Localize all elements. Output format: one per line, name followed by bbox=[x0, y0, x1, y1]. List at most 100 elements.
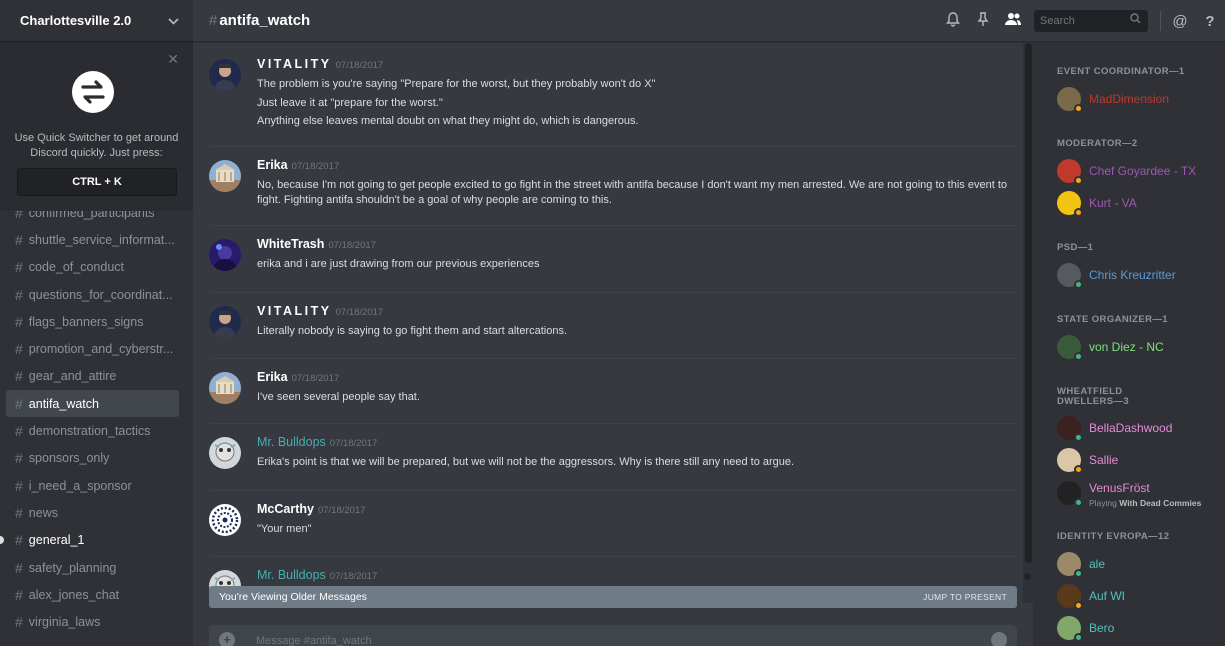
avatar bbox=[1057, 263, 1083, 289]
server-header[interactable]: Charlottesville 2.0 bbox=[0, 0, 193, 42]
member-item[interactable]: MadDimension bbox=[1057, 86, 1170, 113]
message-author[interactable]: Mr. Bulldops bbox=[257, 435, 326, 449]
channel-item[interactable]: # gear_and_attire bbox=[6, 363, 179, 390]
shortcut-key: CTRL + K bbox=[17, 168, 177, 196]
close-icon[interactable]: ✕ bbox=[167, 51, 179, 68]
member-item[interactable]: Kurt - VA bbox=[1057, 190, 1137, 217]
channel-item[interactable]: # safety_planning bbox=[6, 554, 179, 581]
channel-item-label: questions_for_coordinat... bbox=[28, 287, 173, 302]
message-timestamp: 07/18/2017 bbox=[329, 438, 378, 449]
help-icon[interactable]: ? bbox=[1195, 13, 1225, 30]
channel-item-label: antifa_watch bbox=[28, 396, 99, 411]
upload-plus-icon[interactable]: + bbox=[219, 632, 235, 646]
emoji-icon[interactable] bbox=[991, 632, 1007, 646]
member-name: von Diez - NC bbox=[1089, 340, 1164, 354]
jump-to-present-button[interactable]: JUMP TO PRESENT bbox=[923, 592, 1007, 602]
member-name: Sallie bbox=[1089, 453, 1119, 467]
activity-prefix: Playing bbox=[1089, 497, 1120, 508]
avatar[interactable] bbox=[209, 160, 241, 192]
avatar bbox=[1057, 416, 1083, 442]
status-indicator bbox=[1074, 176, 1083, 185]
avatar[interactable] bbox=[209, 239, 241, 271]
channel-item[interactable]: # promotion_and_cyberstr... bbox=[6, 335, 179, 362]
message-author[interactable]: VITALITY bbox=[257, 57, 332, 71]
hash-icon: # bbox=[15, 313, 23, 330]
chevron-down-icon[interactable] bbox=[168, 14, 179, 28]
status-indicator bbox=[1074, 465, 1083, 474]
channel-item[interactable]: # demonstration_tactics bbox=[6, 417, 179, 444]
avatar[interactable] bbox=[209, 504, 241, 536]
channel-item[interactable]: # sponsors_only bbox=[6, 445, 179, 472]
member-item[interactable]: ale bbox=[1057, 551, 1105, 578]
member-text: Bero bbox=[1089, 619, 1114, 637]
message-author[interactable]: Erika bbox=[257, 158, 288, 172]
message-divider bbox=[209, 556, 1016, 557]
member-name: Kurt - VA bbox=[1089, 196, 1137, 210]
channel-item-label: sponsors_only bbox=[28, 451, 110, 466]
message-text: erika and i are just drawing from our pr… bbox=[257, 258, 540, 270]
message: McCarthy 07/18/2017 "Your men" bbox=[209, 500, 1016, 537]
hash-icon: # bbox=[15, 368, 23, 385]
message-author[interactable]: Erika bbox=[257, 370, 288, 384]
member-text: Kurt - VA bbox=[1089, 194, 1137, 212]
message: Erika 07/18/2017 No, because I'm not going… bbox=[209, 156, 1016, 207]
message-text: Literally nobody is saying to go fight t… bbox=[257, 325, 568, 337]
member-item[interactable]: Bero bbox=[1057, 615, 1114, 642]
avatar bbox=[1057, 448, 1083, 474]
channel-item[interactable]: # shuttle_service_informat... bbox=[6, 226, 179, 253]
avatar bbox=[1057, 552, 1083, 578]
channel-item[interactable]: # questions_for_coordinat... bbox=[6, 281, 179, 308]
channel-item[interactable]: # alex_jones_chat bbox=[6, 581, 179, 608]
quick-switcher-text: Use Quick Switcher to get around Discord… bbox=[14, 132, 179, 159]
channel-item-label: virginia_laws bbox=[28, 615, 101, 630]
message-author[interactable]: Mr. Bulldops bbox=[257, 568, 326, 582]
member-item[interactable]: Sallie bbox=[1057, 447, 1119, 474]
hash-icon: # bbox=[15, 423, 23, 440]
message-header: WhiteTrash 07/18/2017 bbox=[257, 235, 1016, 253]
member-name: MadDimension bbox=[1089, 92, 1170, 106]
status-indicator bbox=[1074, 569, 1083, 578]
status-indicator bbox=[1074, 352, 1083, 361]
older-messages-bar: You're Viewing Older Messages JUMP TO PR… bbox=[209, 586, 1017, 608]
bell-icon[interactable] bbox=[938, 11, 968, 31]
channel-item[interactable]: # code_of_conduct bbox=[6, 254, 179, 281]
channel-title: # antifa_watch bbox=[209, 12, 310, 29]
message-text: I've seen several people say that. bbox=[257, 391, 420, 403]
channel-item[interactable]: # antifa_watch bbox=[6, 390, 179, 418]
message-author[interactable]: McCarthy bbox=[257, 502, 314, 516]
scrollbar-thumb[interactable] bbox=[1025, 43, 1032, 563]
pin-icon[interactable] bbox=[968, 11, 998, 31]
member-item[interactable]: Chef Goyardee - TX bbox=[1057, 158, 1196, 185]
channel-item[interactable]: # virginia_laws bbox=[6, 608, 179, 635]
member-item[interactable]: Chris Kreuzritter bbox=[1057, 262, 1176, 289]
avatar[interactable] bbox=[209, 306, 241, 338]
member-item[interactable]: BellaDashwood bbox=[1057, 415, 1172, 442]
quick-switcher-icon bbox=[66, 69, 116, 115]
member-item[interactable]: Auf WI bbox=[1057, 583, 1125, 610]
search-input[interactable]: Search bbox=[1034, 10, 1148, 32]
toolbar-divider bbox=[1160, 11, 1161, 31]
message-composer[interactable]: + Message #antifa_watch bbox=[209, 625, 1017, 646]
channel-item[interactable]: # news bbox=[6, 499, 179, 526]
channel-item[interactable]: # i_need_a_sponsor bbox=[6, 472, 179, 499]
channel-list: # confirmed_participants # shuttle_service_… bbox=[0, 199, 193, 636]
members-icon[interactable] bbox=[998, 12, 1028, 30]
message-author[interactable]: VITALITY bbox=[257, 304, 332, 318]
avatar bbox=[1057, 335, 1083, 361]
mention-icon[interactable]: @ bbox=[1165, 13, 1195, 30]
search-icon bbox=[1130, 13, 1141, 27]
message-body: Mr. Bulldops 07/18/2017 Erika's point is t… bbox=[257, 433, 1016, 470]
member-item[interactable]: VenusFröst Playing With Dead Commies bbox=[1057, 480, 1201, 508]
member-item[interactable]: von Diez - NC bbox=[1057, 334, 1164, 361]
message-author[interactable]: WhiteTrash bbox=[257, 237, 324, 251]
message-timestamp: 07/18/2017 bbox=[329, 571, 378, 582]
message-timestamp: 07/18/2017 bbox=[335, 60, 384, 71]
channel-item[interactable]: # general_1 bbox=[6, 527, 179, 554]
avatar[interactable] bbox=[209, 372, 241, 404]
channel-item[interactable]: # flags_banners_signs bbox=[6, 308, 179, 335]
channel-item-label: i_need_a_sponsor bbox=[28, 478, 132, 493]
avatar[interactable] bbox=[209, 437, 241, 469]
avatar[interactable] bbox=[209, 59, 241, 91]
member-role-header: IDENTITY EVROPA—12 bbox=[1057, 531, 1170, 542]
search-placeholder: Search bbox=[1040, 15, 1075, 27]
